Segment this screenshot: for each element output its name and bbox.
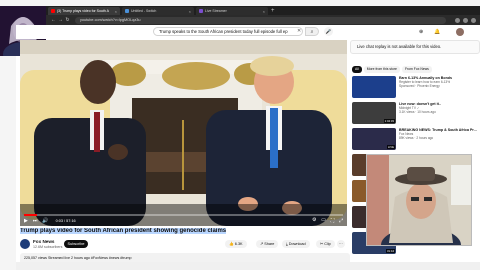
settings-icon[interactable]: ⚙ [312,218,316,224]
search-input[interactable]: Trump speaks to the South African presid… [153,27,303,36]
recommendation-chips: All More from this store From Fox News [352,66,480,74]
taskbar [16,262,480,270]
clear-search-icon[interactable]: ✕ [297,27,301,36]
tab-label: (3) Trump plays video for South A [57,9,109,13]
browser-tab[interactable]: Live Streamer × [196,7,268,15]
webcam-overlay-bottom-right [366,154,472,246]
new-tab-button[interactable]: + [271,7,275,15]
browser-tab-strip: (3) Trump plays video for South A × Unti… [46,6,480,15]
browser-tab[interactable]: Untitled - Switch × [122,7,194,15]
clip-button[interactable]: ✂ Clip [316,240,335,248]
browser-extension-icons [452,17,476,23]
live-chat-notice: Live chat replay is not available for th… [350,40,480,54]
chip-more[interactable]: More from this store [363,66,400,73]
video-duration: LIVE [386,145,395,149]
recommendation-thumbnail[interactable]: LIVE [352,128,396,150]
recommendation-meta: BREAKING NEWS: Trump & South Africa Pres… [399,128,479,150]
extension-icon[interactable] [455,17,460,23]
subscribe-button[interactable]: Subscribe [64,240,88,248]
recommendation-views: Sponsored · Phoenix Energy [399,84,440,89]
video-title-text: Trump plays video for South African pres… [20,228,227,234]
miniplayer-icon[interactable]: ▭ [321,218,326,224]
next-icon[interactable]: ⏭ [33,218,38,224]
theater-icon[interactable]: ⛶ [331,218,334,224]
close-icon[interactable]: × [115,9,117,14]
video-player[interactable]: ▶ ⏭ 🔊 0:03 / 57:16 ⚙ ▭ ⛶ ⤢ [20,40,347,226]
recommendation-thumbnail[interactable] [352,76,396,98]
switch-tab-icon [125,9,129,13]
recommendation-item[interactable]: 1:04:33 Live now: doesn't get it.. Midnigh… [352,102,480,124]
back-icon[interactable]: ← [50,17,57,23]
browser-tab[interactable]: (3) Trump plays video for South A × [48,7,120,15]
fullscreen-icon[interactable]: ⤢ [339,218,343,224]
chip-all[interactable]: All [352,66,362,73]
time-display: 0:03 / 57:16 [55,219,76,223]
url-field[interactable]: youtube.com/watch?v=lpgMOLqz3u [75,16,446,24]
video-duration: 31:44 [386,249,395,253]
extension-icon[interactable] [463,17,468,23]
youtube-header: Trump speaks to the South African presid… [16,25,480,39]
recommendation-meta: Live now: doesn't get it.. Midnight TV ✓ 3… [399,102,479,124]
mic-icon[interactable]: 🎤 [324,27,333,36]
channel-name[interactable]: Fox News [33,239,54,244]
chip-fox-news[interactable]: From Fox News [401,66,432,73]
player-right-controls: ⚙ ▭ ⛶ ⤢ [307,218,343,224]
subscriber-count: 12.6M subscribers [33,245,63,249]
close-icon[interactable]: × [189,9,191,14]
recommendation-meta: Earn 6-13% Annually on Bonds Register to … [399,76,479,98]
volume-icon[interactable]: 🔊 [42,218,48,224]
streamer-tab-icon [199,9,203,13]
video-duration: 1:04:33 [383,119,395,123]
download-button[interactable]: ⤓ Download [282,240,310,248]
bell-icon[interactable]: 🔔 [434,29,440,35]
recommendation-thumbnail[interactable]: 1:04:33 [352,102,396,124]
channel-avatar[interactable] [20,239,30,249]
forward-icon[interactable]: → [57,17,64,23]
recommendation-item[interactable]: LIVE BREAKING NEWS: Trump & South Africa … [352,128,480,150]
search-button[interactable]: ⌕ [305,27,319,36]
play-icon[interactable]: ▶ [24,218,28,224]
video-title: Trump plays video for South African pres… [20,228,350,237]
tab-label: Live Streamer [205,9,227,13]
avatar[interactable] [456,28,464,36]
recommendation-views: 89K views · 2 hours ago [399,136,434,141]
recommendation-views: 3.1K views · 10 hours ago [399,110,436,115]
youtube-tab-icon [51,9,55,13]
reload-icon[interactable]: ↻ [64,17,71,23]
player-controls: ▶ ⏭ 🔊 0:03 / 57:16 ⚙ ▭ ⛶ ⤢ [20,216,347,226]
profile-icon[interactable] [471,17,476,23]
video-frame [20,40,347,226]
more-button[interactable]: ··· [337,240,345,248]
tab-label: Untitled - Switch [131,9,157,13]
share-button[interactable]: ↗ Share [256,240,279,248]
browser-address-bar: ← → ↻ youtube.com/watch?v=lpgMOLqz3u [46,15,480,25]
create-icon[interactable]: ⊕ [419,29,423,35]
recommendation-item[interactable]: Earn 6-13% Annually on Bonds Register to … [352,76,480,98]
close-icon[interactable]: × [263,9,265,14]
like-button[interactable]: 👍 6.3K [225,240,247,248]
